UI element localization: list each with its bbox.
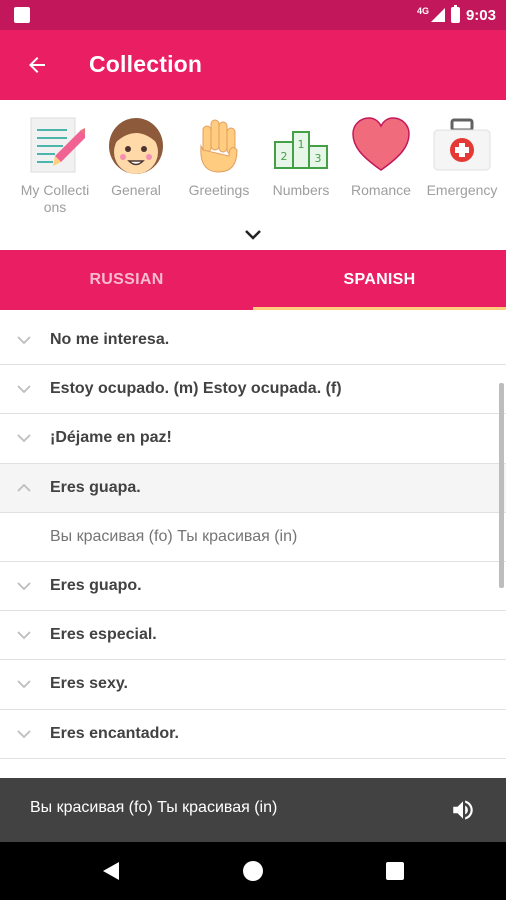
- face-icon: [109, 118, 163, 174]
- status-bar: 4G 9:03: [0, 0, 506, 30]
- waving-hand-icon: [200, 119, 238, 173]
- battery-icon: [450, 5, 460, 23]
- nav-home-icon[interactable]: [243, 861, 263, 881]
- category-my-collections[interactable]: My Collections: [17, 116, 93, 216]
- chevron-down-icon: [17, 434, 31, 443]
- category-label: Numbers: [272, 182, 330, 198]
- network-type: 4G: [416, 6, 429, 16]
- phrase-translation-row[interactable]: Вы красивая (fo) Ты красивая (in): [0, 513, 506, 562]
- first-aid-kit-icon: [433, 118, 491, 171]
- phrase-text: ¡Déjame en paz!: [50, 429, 172, 447]
- chevron-down-icon: [17, 729, 31, 738]
- phrase-text: Eres sexy.: [50, 675, 128, 693]
- nav-back-icon[interactable]: [101, 861, 121, 881]
- svg-text:2: 2: [281, 150, 288, 163]
- phrase-row-expanded[interactable]: Eres guapa.: [0, 463, 506, 513]
- phrase-text: Eres guapo.: [50, 577, 142, 595]
- language-tabs: RUSSIAN SPANISH: [0, 250, 506, 310]
- heart-icon: [352, 117, 410, 171]
- tab-indicator: [253, 307, 506, 310]
- notebook-pencil-icon: [30, 117, 85, 173]
- svg-text:3: 3: [315, 152, 322, 165]
- signal-icon: [430, 8, 445, 22]
- phrase-row[interactable]: Eres encantador.: [0, 710, 506, 759]
- phrase-row[interactable]: Estoy ocupado. (m) Estoy ocupada. (f): [0, 365, 506, 415]
- system-nav-bar: [0, 842, 506, 900]
- category-label: Emergency: [426, 182, 498, 198]
- phrase-text: Eres especial.: [50, 626, 157, 644]
- phrase-text: No me interesa.: [50, 331, 170, 349]
- chevron-up-icon: [17, 483, 31, 492]
- phrase-row[interactable]: No me interesa.: [0, 316, 506, 366]
- nav-recents-icon[interactable]: [386, 862, 404, 880]
- notification-icon: [14, 7, 30, 23]
- arrow-back-icon: [29, 57, 45, 73]
- volume-icon[interactable]: [450, 797, 476, 823]
- chevron-down-icon: [17, 336, 31, 345]
- category-numbers[interactable]: 1 2 3 Numbers: [263, 116, 339, 199]
- category-label: My Collections: [20, 182, 90, 215]
- category-romance[interactable]: Romance: [343, 116, 419, 199]
- back-button[interactable]: [20, 48, 54, 82]
- phrase-row[interactable]: Eres sexy.: [0, 660, 506, 710]
- phrase-row[interactable]: Eres especial.: [0, 611, 506, 661]
- status-time: 9:03: [465, 6, 496, 24]
- phrase-row[interactable]: ¡Déjame en paz!: [0, 414, 506, 464]
- chevron-down-icon: [17, 680, 31, 689]
- phrase-text: Estoy ocupado. (m) Estoy ocupada. (f): [50, 380, 342, 398]
- chevron-down-icon: [17, 582, 31, 591]
- phrase-row[interactable]: Eres guapo.: [0, 562, 506, 612]
- category-bar: My Collections General Greetings 1 2 3 N…: [0, 100, 506, 250]
- list-scrollbar[interactable]: [499, 383, 504, 588]
- status-indicators: 4G 9:03: [417, 4, 496, 26]
- chevron-down-icon[interactable]: [243, 228, 263, 242]
- player-text: Вы красивая (fo) Ты красивая (in): [30, 799, 278, 816]
- tab-russian[interactable]: RUSSIAN: [0, 250, 253, 310]
- podium-icon: 1 2 3: [274, 131, 328, 169]
- chevron-down-icon: [17, 631, 31, 640]
- category-label: Greetings: [188, 182, 250, 198]
- svg-text:1: 1: [298, 138, 305, 151]
- phrase-translation: Вы красивая (fo) Ты красивая (in): [50, 527, 298, 545]
- category-label: Romance: [351, 182, 411, 198]
- phrase-text: Eres guapa.: [50, 478, 141, 496]
- phrase-text: Eres encantador.: [50, 724, 179, 742]
- phrase-list: No me interesa. Estoy ocupado. (m) Estoy…: [0, 316, 506, 778]
- category-label: General: [111, 182, 161, 198]
- page-title: Collection: [89, 51, 203, 77]
- category-general[interactable]: General: [98, 116, 174, 199]
- category-greetings[interactable]: Greetings: [181, 116, 257, 199]
- audio-player: Вы красивая (fo) Ты красивая (in): [0, 778, 506, 842]
- tab-spanish[interactable]: SPANISH: [253, 250, 506, 310]
- chevron-down-icon: [17, 385, 31, 394]
- category-emergency[interactable]: Emergency: [424, 116, 500, 199]
- app-bar: Collection: [0, 30, 506, 100]
